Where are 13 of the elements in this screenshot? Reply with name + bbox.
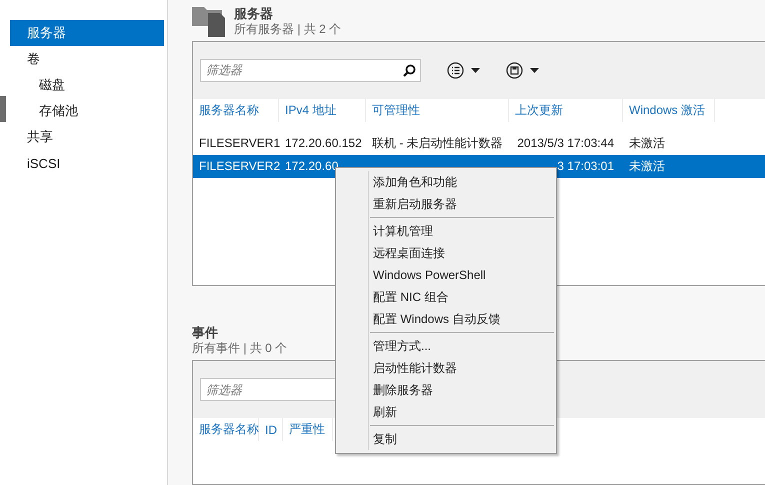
table-cell-text: 2013/5/3 17:03:44 — [516, 136, 615, 150]
table-cell-text: 172.20.60.152 — [284, 136, 363, 150]
table-cell-text: FILESERVER1 — [198, 136, 279, 150]
section-title: 服务器 — [234, 5, 274, 22]
section-subtitle: 所有事件 | 共 0 个 — [192, 340, 288, 356]
table-cell-text: 172.20.60 — [284, 159, 340, 173]
table-cell-text: 3 17:03:01 — [556, 159, 615, 173]
table-cell-text: 未激活 — [628, 134, 666, 152]
table-cell-text: 未激活 — [628, 158, 666, 174]
table-cell-text: 联机 - 未启动性能计数器 — [371, 134, 504, 152]
section-title: 事件 — [192, 324, 219, 341]
table-cell-text: FILESERVER2 — [198, 159, 279, 173]
section-subtitle: 所有服务器 | 共 2 个 — [234, 22, 342, 37]
